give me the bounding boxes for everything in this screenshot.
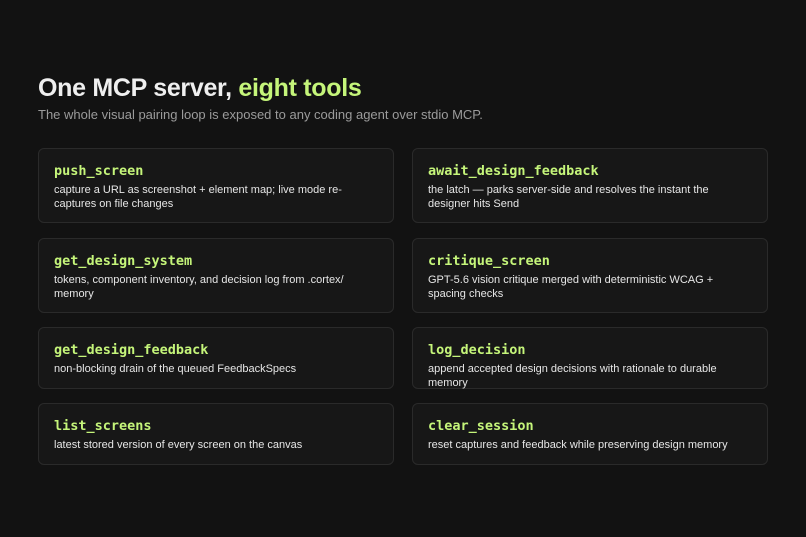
title-main: One MCP server, [38,74,239,102]
tool-name: await_design_feedback [428,163,599,179]
tool-description: tokens, component inventory, and decisio… [54,274,344,300]
tool-description: non-blocking drain of the queued Feedbac… [54,363,297,375]
tool-description: capture a URL as screenshot + element ma… [54,184,342,210]
tool-card-log-decision: log_decision append accepted design deci… [412,327,768,389]
page-subtitle: The whole visual pairing loop is exposed… [38,107,483,122]
tool-description: latest stored version of every screen on… [54,439,303,451]
tool-card-critique-screen: critique_screen GPT-5.6 vision critique … [412,238,768,313]
tool-card-clear-session: clear_session reset captures and feedbac… [412,403,768,465]
tool-name: critique_screen [428,253,550,269]
page-title: One MCP server, eight tools [38,72,362,104]
tool-card-get-design-system: get_design_system tokens, component inve… [38,238,394,313]
tool-name: get_design_feedback [54,342,209,358]
title-accent: eight tools [238,74,362,102]
tool-name: list_screens [54,418,152,434]
tool-description: reset captures and feedback while preser… [428,439,728,451]
tool-card-list-screens: list_screens latest stored version of ev… [38,403,394,465]
tool-description: append accepted design decisions with ra… [428,363,717,389]
tool-name: clear_session [428,418,534,434]
tool-card-await-design-feedback: await_design_feedback the latch — parks … [412,148,768,223]
tool-name: push_screen [54,163,144,179]
tool-description: GPT-5.6 vision critique merged with dete… [428,274,714,300]
tool-description: the latch — parks server-side and resolv… [428,184,709,210]
tool-name: get_design_system [54,253,193,269]
tool-card-push-screen: push_screen capture a URL as screenshot … [38,148,394,223]
tool-name: log_decision [428,342,526,358]
tool-card-get-design-feedback: get_design_feedback non-blocking drain o… [38,327,394,389]
